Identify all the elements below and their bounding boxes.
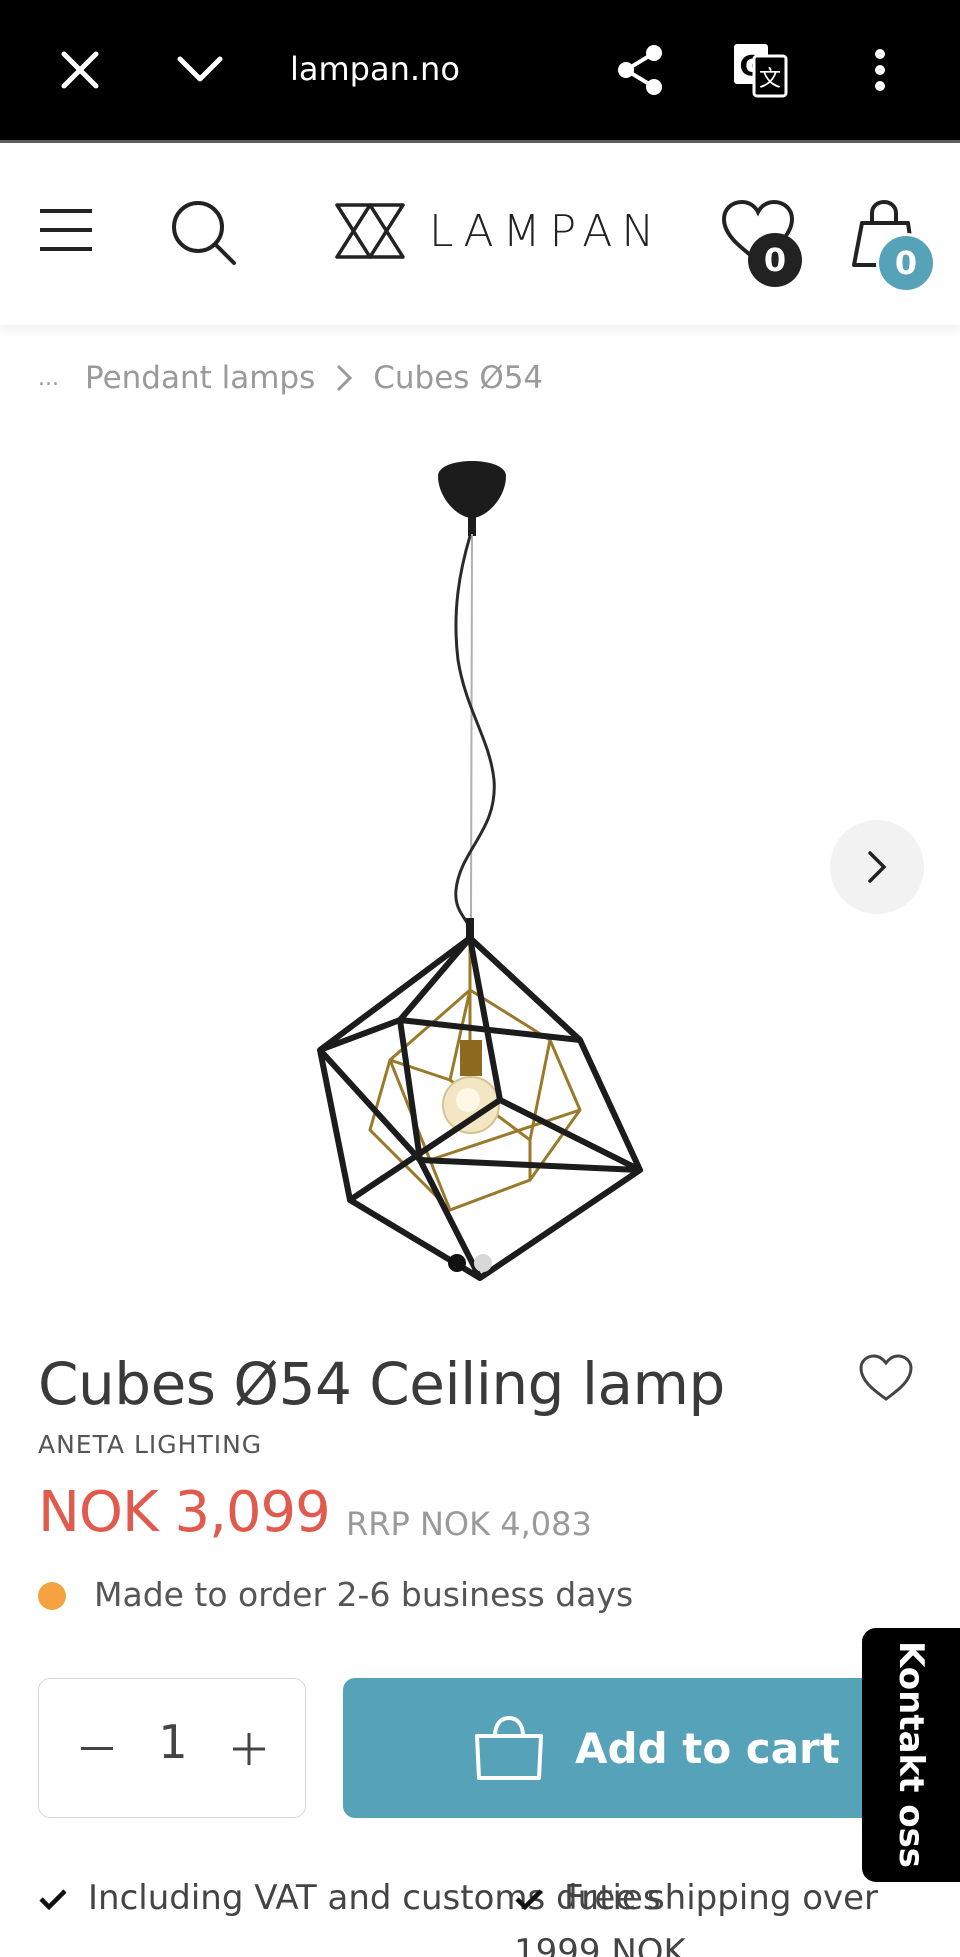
search-icon[interactable]: [168, 197, 240, 269]
more-vert-icon[interactable]: [844, 34, 916, 106]
add-to-cart-button[interactable]: Add to cart: [343, 1678, 943, 1818]
cart-count-badge: 0: [876, 233, 936, 293]
stock-status-dot: [38, 1582, 66, 1610]
site-header: LAMPAN 0 0: [0, 143, 960, 325]
lampan-logo[interactable]: LAMPAN: [333, 201, 663, 261]
product-rrp: RRP NOK 4,083: [346, 1505, 592, 1543]
add-to-cart-label: Add to cart: [575, 1723, 840, 1773]
wishlist-count-badge: 0: [748, 233, 802, 287]
hamburger-menu-icon[interactable]: [36, 205, 96, 255]
breadcrumb: ... Pendant lamps Cubes Ø54: [38, 356, 543, 400]
translate-icon[interactable]: G 文: [724, 34, 796, 106]
bag-icon: [475, 1715, 543, 1780]
close-icon[interactable]: [44, 34, 116, 106]
breadcrumb-item-current: Cubes Ø54: [373, 360, 544, 396]
cart-button[interactable]: 0: [842, 193, 942, 293]
quantity-stepper: 1: [38, 1678, 306, 1818]
plus-icon: [233, 1733, 265, 1765]
pagination-dot-active[interactable]: [448, 1254, 466, 1272]
stock-status-text: Made to order 2-6 business days: [94, 1575, 634, 1614]
product-title: Cubes Ø54 Ceiling lamp: [38, 1350, 725, 1418]
image-next-button[interactable]: [830, 820, 924, 914]
pagination-dot[interactable]: [474, 1254, 492, 1272]
heart-icon: [859, 1354, 913, 1401]
share-icon[interactable]: [604, 34, 676, 106]
chevron-right-icon: [335, 363, 353, 393]
url-text[interactable]: lampan.no: [290, 47, 460, 91]
wishlist-button[interactable]: 0: [716, 195, 806, 287]
contact-tab-label: Kontakt oss: [891, 1641, 931, 1869]
feature-item: Free shipping over 1999 NOK: [514, 1872, 960, 1957]
checkmark-icon: [514, 1874, 546, 1926]
browser-toolbar: lampan.no G 文: [0, 0, 960, 140]
minus-icon: [81, 1747, 113, 1750]
quantity-increase-button[interactable]: [219, 1719, 279, 1779]
chevron-down-icon[interactable]: [164, 34, 236, 106]
product-brand[interactable]: ANETA LIGHTING: [38, 1430, 262, 1459]
add-to-wishlist-button[interactable]: [856, 1348, 916, 1408]
product-price: NOK 3,099: [38, 1480, 331, 1545]
quantity-value[interactable]: 1: [149, 1715, 197, 1769]
breadcrumb-ellipsis[interactable]: ...: [38, 366, 59, 391]
svg-text:文: 文: [759, 67, 781, 92]
logo-mark-icon: [335, 203, 405, 259]
logo-text: LAMPAN: [429, 205, 664, 257]
image-pagination: [448, 1254, 492, 1272]
breadcrumb-item-pendant-lamps[interactable]: Pendant lamps: [85, 360, 315, 396]
contact-tab[interactable]: Kontakt oss: [862, 1628, 960, 1882]
feature-text: Free shipping over 1999 NOK: [514, 1878, 879, 1957]
product-image[interactable]: [280, 460, 680, 1290]
chevron-right-icon: [868, 851, 887, 883]
quantity-decrease-button[interactable]: [67, 1719, 127, 1779]
checkmark-icon: [38, 1874, 70, 1926]
